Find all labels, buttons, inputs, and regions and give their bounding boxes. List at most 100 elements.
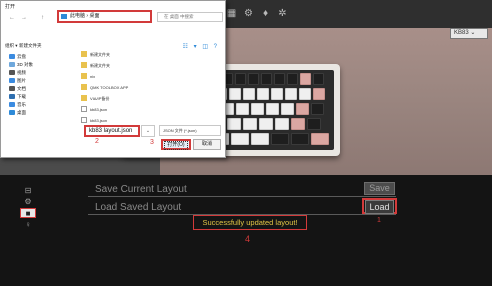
- save-button[interactable]: Save: [364, 182, 395, 195]
- keycap[interactable]: [313, 73, 324, 85]
- open-button-label: 打开(O): [164, 141, 188, 150]
- keycap[interactable]: [291, 133, 309, 145]
- keycap[interactable]: [231, 133, 249, 145]
- file-name: VIA/IP备份: [90, 96, 110, 101]
- keycap[interactable]: [296, 103, 309, 115]
- nav-item[interactable]: 云盘: [9, 53, 26, 61]
- keycap[interactable]: [311, 133, 329, 145]
- device-select-value: KB83: [454, 30, 469, 36]
- keycap[interactable]: [251, 103, 264, 115]
- search-placeholder: 在 桌面 中搜索: [164, 14, 194, 19]
- file-list-item[interactable]: 新建文件夹: [81, 50, 110, 59]
- load-button[interactable]: Load: [362, 198, 397, 214]
- bulb-icon[interactable]: ♀: [20, 220, 36, 230]
- file-name: 新建文件夹: [90, 63, 110, 68]
- step-number-3: 3: [150, 139, 154, 146]
- keycap[interactable]: [243, 118, 257, 130]
- file-icon: [81, 106, 87, 112]
- dialog-title: 打开: [5, 4, 16, 10]
- keycap[interactable]: [281, 103, 294, 115]
- keycap[interactable]: [299, 88, 311, 100]
- filetype-select[interactable]: JSON 文件 (*.json): [159, 125, 221, 136]
- keycap[interactable]: [236, 103, 249, 115]
- keycap[interactable]: [271, 88, 283, 100]
- keycap[interactable]: [285, 88, 297, 100]
- up-button[interactable]: ↑: [41, 15, 44, 21]
- keycap[interactable]: [287, 73, 298, 85]
- file-open-dialog: 打开 ← → ↑ 此电脑 › 桌面 在 桌面 中搜索 组织 ▾ 新建文件夹 ☷ …: [0, 0, 226, 158]
- gear-icon[interactable]: ⚙: [20, 197, 36, 207]
- folder-icon: [81, 84, 87, 90]
- keycap[interactable]: [257, 88, 269, 100]
- address-bar[interactable]: 此电脑 › 桌面: [57, 10, 152, 23]
- download-icon: [9, 94, 15, 99]
- keycap[interactable]: [248, 73, 259, 85]
- nav-item[interactable]: 文档: [9, 85, 26, 93]
- file-list-item[interactable]: VIA/IP备份: [81, 94, 109, 103]
- nav-item-label: 音乐: [17, 102, 26, 107]
- nav-item-label: 下载: [17, 94, 26, 99]
- filetype-value: JSON 文件 (*.json): [163, 128, 197, 133]
- file-list-item[interactable]: QMK TOOLBOX APP: [81, 83, 128, 92]
- open-button[interactable]: 打开(O): [161, 139, 191, 150]
- nav-item[interactable]: 3D 对象: [9, 61, 33, 69]
- save-icon[interactable]: ■: [20, 208, 36, 218]
- keycap[interactable]: [313, 88, 325, 100]
- file-list-item[interactable]: nix: [81, 72, 95, 81]
- keycap[interactable]: [307, 118, 321, 130]
- keycap[interactable]: [229, 88, 241, 100]
- picture-icon: [9, 78, 15, 83]
- keyboard-app-area: ▦ ⚙ ♦ ✲ KB83 ⌄ 打开 ← → ↑ 此电脑 › 桌面 在 桌面 中搜…: [0, 0, 492, 175]
- file-name: 新建文件夹: [90, 52, 110, 57]
- new-folder-button[interactable]: 新建文件夹: [19, 43, 42, 49]
- filename-input[interactable]: kb83 layout.json: [84, 125, 140, 137]
- filename-value: kb83 layout.json: [89, 128, 133, 134]
- forward-button[interactable]: →: [21, 15, 27, 21]
- 3d-objects-icon: [9, 62, 15, 67]
- file-list-item[interactable]: kb83.json: [81, 105, 107, 114]
- organize-menu[interactable]: 组织 ▾: [5, 43, 18, 49]
- file-name: QMK TOOLBOX APP: [90, 85, 129, 90]
- file-icon: [81, 117, 87, 123]
- keycap[interactable]: [227, 118, 241, 130]
- load-button-label: Load: [365, 200, 394, 214]
- device-select[interactable]: KB83 ⌄: [450, 28, 488, 39]
- keycap[interactable]: [266, 103, 279, 115]
- keycap[interactable]: [259, 118, 273, 130]
- keycap[interactable]: [235, 73, 246, 85]
- settings-icon[interactable]: ✲: [277, 8, 288, 19]
- layout-panel: [0, 175, 492, 286]
- keycap[interactable]: [300, 73, 311, 85]
- keycap[interactable]: [271, 133, 289, 145]
- gamepad-icon[interactable]: ⊟: [20, 186, 36, 196]
- nav-item[interactable]: 图片: [9, 77, 26, 85]
- back-button[interactable]: ←: [9, 15, 15, 21]
- nav-item[interactable]: 下载: [9, 93, 26, 101]
- cancel-button[interactable]: 取消: [193, 139, 221, 150]
- file-list-item[interactable]: kb83.json: [81, 116, 107, 125]
- gear-icon[interactable]: ⚙: [243, 8, 254, 19]
- nav-item[interactable]: 视频: [9, 69, 26, 77]
- keycap[interactable]: [243, 88, 255, 100]
- nav-item[interactable]: 桌面: [9, 109, 26, 117]
- keyboard-icon[interactable]: ▦: [226, 8, 237, 19]
- filename-dropdown-button[interactable]: ⌄: [141, 125, 155, 137]
- nav-item-label: 视频: [17, 70, 26, 75]
- nav-item-label: 3D 对象: [17, 62, 34, 67]
- keycap[interactable]: [274, 73, 285, 85]
- bulb-icon[interactable]: ♦: [260, 8, 271, 19]
- keycap[interactable]: [275, 118, 289, 130]
- success-message: Successfully updated layout!: [193, 215, 307, 230]
- keycap[interactable]: [261, 73, 272, 85]
- keycap[interactable]: [291, 118, 305, 130]
- load-saved-layout-label: Load Saved Layout: [95, 202, 182, 213]
- file-list-item[interactable]: 新建文件夹: [81, 61, 110, 70]
- folder-icon: [81, 62, 87, 68]
- step-number-1: 1: [377, 217, 381, 224]
- keycap[interactable]: [251, 133, 269, 145]
- video-icon: [9, 70, 15, 75]
- keycap[interactable]: [311, 103, 324, 115]
- dialog-search-input[interactable]: 在 桌面 中搜索: [157, 12, 223, 22]
- nav-item[interactable]: 音乐: [9, 101, 26, 109]
- folder-icon: [81, 95, 87, 101]
